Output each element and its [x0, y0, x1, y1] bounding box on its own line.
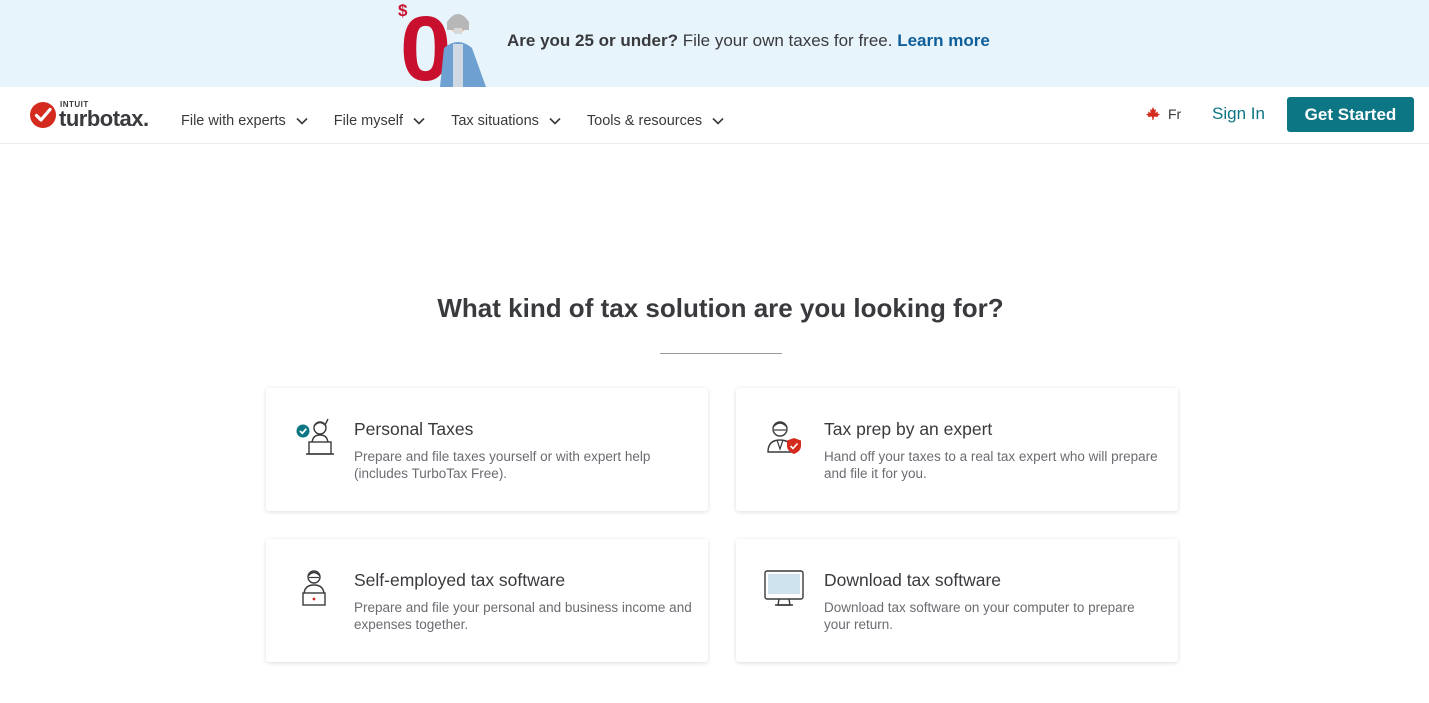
sign-in-link[interactable]: Sign In [1212, 104, 1265, 124]
card-description: Prepare and file your personal and busin… [354, 600, 692, 632]
promo-headline-rest: File your own taxes for free. [677, 31, 898, 50]
card-title: Download tax software [824, 570, 1002, 590]
language-label: Fr [1168, 106, 1182, 122]
card-title: Tax prep by an expert [824, 419, 993, 439]
card-description: Prepare and file taxes yourself or with … [354, 449, 651, 481]
chevron-down-icon [296, 117, 308, 125]
site-header: INTUIT turbotax. File with experts File … [0, 87, 1429, 144]
card-title: Personal Taxes [354, 419, 474, 439]
desktop-monitor-icon [764, 570, 804, 606]
chevron-down-icon [549, 117, 561, 125]
nav-tax-situations[interactable]: Tax situations [451, 87, 561, 144]
expert-shield-icon [767, 421, 801, 454]
title-divider [660, 353, 782, 354]
nav-label: File with experts [181, 113, 286, 129]
chevron-down-icon [712, 117, 724, 125]
language-toggle[interactable]: Fr [1145, 106, 1181, 122]
self-employed-person-icon [302, 570, 326, 606]
card-title: Self-employed tax software [354, 570, 566, 590]
person-laptop-check-icon [296, 418, 334, 455]
card-personal-taxes[interactable]: Personal Taxes Prepare and file taxes yo… [266, 388, 708, 511]
maple-leaf-icon [1146, 107, 1160, 120]
logo-turbotax-text: turbotax. [59, 106, 149, 131]
page-title: What kind of tax solution are you lookin… [437, 293, 1004, 323]
nav-label: Tax situations [451, 113, 539, 129]
nav-label: File myself [333, 113, 404, 129]
card-tax-prep-expert[interactable]: Tax prep by an expert Hand off your taxe… [736, 388, 1178, 511]
turbotax-logo[interactable]: INTUIT turbotax. [29, 100, 157, 132]
nav-file-myself[interactable]: File myself [334, 87, 425, 144]
card-description: Hand off your taxes to a real tax expert… [824, 449, 1158, 481]
nav-file-with-experts[interactable]: File with experts [181, 87, 308, 144]
card-download-software[interactable]: Download tax software Download tax softw… [736, 539, 1178, 662]
nav-label: Tools & resources [586, 113, 703, 129]
nav-tools-resources[interactable]: Tools & resources [587, 87, 724, 144]
promo-headline-bold: Are you 25 or under? [507, 31, 678, 50]
promo-banner: $ 0 Are you 25 or under? File your own t… [0, 0, 1429, 100]
get-started-button[interactable]: Get Started [1287, 97, 1414, 132]
card-description: Download tax software on your computer t… [824, 600, 1135, 632]
main-nav: File with experts File myself Tax situat… [181, 87, 750, 144]
promo-zero-illustration: $ 0 [398, 0, 490, 100]
card-self-employed[interactable]: Self-employed tax software Prepare and f… [266, 539, 708, 662]
promo-text: Are you 25 or under? File your own taxes… [507, 31, 990, 51]
learn-more-link[interactable]: Learn more [897, 31, 990, 50]
chevron-down-icon [413, 117, 425, 125]
turbotax-check-icon [30, 102, 56, 128]
